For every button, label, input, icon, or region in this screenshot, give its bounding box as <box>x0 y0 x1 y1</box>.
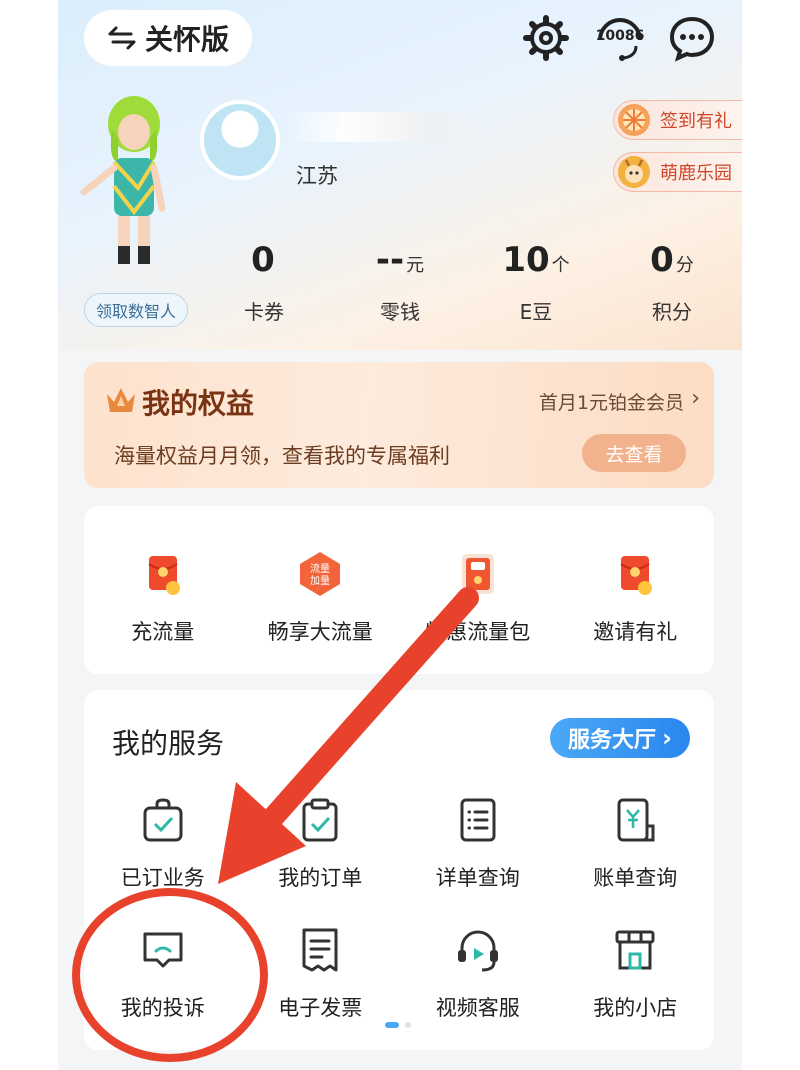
receipt-icon <box>302 928 338 972</box>
flow-boost-icon: 流量 加量 <box>300 552 341 596</box>
stat-value: 0 <box>251 240 275 280</box>
rights-promo-link[interactable]: 首月1元铂金会员 <box>539 388 684 415</box>
service-video-support[interactable]: 视频客服 <box>399 926 557 1022</box>
user-region: 江苏 <box>296 164 338 188</box>
chevron-right-icon: › <box>662 724 672 752</box>
data-pack-icon <box>461 554 494 594</box>
flow-boost-icon-line-1: 流量 <box>310 562 330 575</box>
crown-icon <box>107 388 135 412</box>
stat-label: 零钱 <box>380 300 420 324</box>
red-envelope-icon <box>620 556 653 595</box>
headset-icon <box>457 930 498 972</box>
list-doc-icon <box>460 798 496 842</box>
stat-e-beans[interactable]: 10 个 E豆 <box>468 240 604 325</box>
stat-unit: 分 <box>675 255 694 276</box>
stat-unit: 个 <box>551 255 570 276</box>
care-mode-label: 关怀版 <box>144 23 229 56</box>
red-envelope-icon <box>148 556 180 595</box>
deer-park-badge[interactable]: 萌鹿乐园 <box>613 152 742 192</box>
service-label: 我的投诉 <box>120 996 205 1020</box>
service-label: 视频客服 <box>435 996 520 1020</box>
stat-change[interactable]: -- 元 零钱 <box>332 240 468 325</box>
deer-park-label: 萌鹿乐园 <box>660 163 732 184</box>
switch-arrows-icon <box>108 26 136 50</box>
service-label: 详单查询 <box>435 866 520 890</box>
flow-item-big-data[interactable]: 流量 加量 畅享大流量 <box>242 550 400 646</box>
flow-item-label: 邀请有礼 <box>593 620 678 644</box>
service-bill-query[interactable]: 账单查询 <box>557 796 715 892</box>
service-label: 账单查询 <box>593 866 678 890</box>
flow-boost-icon-line-2: 加量 <box>310 575 330 587</box>
service-my-shop[interactable]: 我的小店 <box>557 926 715 1022</box>
rights-description: 海量权益月月领，查看我的专属福利 <box>114 444 450 468</box>
stat-points[interactable]: 0分 积分 <box>604 240 740 325</box>
app-screen: 关怀版 10086 领取数智人 江苏 签到有礼 萌鹿乐园 0 卡券 -- 元 零… <box>58 0 742 1070</box>
rights-title: 我的权益 <box>142 387 255 420</box>
service-hall-label: 服务大厅 <box>568 728 657 753</box>
services-title: 我的服务 <box>112 727 225 760</box>
service-detail-query[interactable]: 详单查询 <box>399 796 557 892</box>
shop-icon <box>615 930 655 970</box>
stat-unit: 元 <box>406 255 425 276</box>
service-label: 电子发票 <box>278 996 363 1020</box>
flow-item-label: 畅享大流量 <box>267 620 373 644</box>
stat-label: 卡券 <box>244 300 284 324</box>
bill-yen-icon <box>617 798 655 842</box>
service-e-invoice[interactable]: 电子发票 <box>242 926 400 1022</box>
service-label: 我的小店 <box>593 996 678 1020</box>
service-my-orders[interactable]: 我的订单 <box>242 796 400 892</box>
service-hall-button[interactable]: 服务大厅 › <box>550 718 690 758</box>
stat-label: 积分 <box>652 300 692 324</box>
prize-wheel-icon <box>618 104 650 136</box>
clipboard-check-icon <box>302 798 338 842</box>
user-name-redacted <box>284 112 484 142</box>
my-services-card: 我的服务 服务大厅 › 已订业务 我的订单 详单查询 账单查询 我的投诉 电子发… <box>84 690 714 1050</box>
data-plans-card: 充流量 流量 加量 畅享大流量 特惠流量包 邀请有礼 <box>84 506 714 674</box>
care-mode-button[interactable]: 关怀版 <box>84 10 252 66</box>
account-stats: 0 卡券 -- 元 零钱 10 个 E豆 0分 积分 <box>196 240 742 325</box>
view-rights-button[interactable]: 去查看 <box>582 434 686 472</box>
stat-coupons[interactable]: 0 卡券 <box>196 240 332 325</box>
chevron-right-icon: › <box>691 386 700 411</box>
hotline-number: 10086 <box>595 28 645 44</box>
flow-item-recharge[interactable]: 充流量 <box>84 550 242 646</box>
hotline-button[interactable]: 10086 <box>592 10 648 66</box>
user-avatar[interactable] <box>200 100 280 180</box>
service-my-complaints[interactable]: 我的投诉 <box>84 926 242 1022</box>
settings-gear-icon[interactable] <box>522 14 570 62</box>
bag-check-icon <box>143 798 183 842</box>
stat-value: -- <box>375 240 405 280</box>
digital-human-avatar[interactable] <box>78 90 188 290</box>
page-dot <box>405 1022 411 1028</box>
flow-item-label: 特惠流量包 <box>425 620 531 644</box>
service-label: 我的订单 <box>278 866 363 890</box>
flow-item-label: 充流量 <box>131 620 195 644</box>
sign-in-gift-label: 签到有礼 <box>660 111 732 132</box>
stat-label: E豆 <box>519 300 553 324</box>
flow-item-invite[interactable]: 邀请有礼 <box>557 550 715 646</box>
stat-value: 10 <box>502 240 550 280</box>
deer-mascot-icon <box>618 156 650 188</box>
stat-value: 0 <box>650 240 674 280</box>
page-dot-active <box>385 1022 399 1028</box>
flow-item-discount-pack[interactable]: 特惠流量包 <box>399 550 557 646</box>
my-rights-card[interactable]: 我的权益 首月1元铂金会员 › 海量权益月月领，查看我的专属福利 去查看 <box>84 362 714 488</box>
complaint-chat-icon <box>143 932 183 968</box>
sign-in-gift-badge[interactable]: 签到有礼 <box>613 100 742 140</box>
service-subscribed[interactable]: 已订业务 <box>84 796 242 892</box>
page-indicator <box>385 1022 411 1028</box>
claim-digital-human-button[interactable]: 领取数智人 <box>84 293 188 327</box>
service-label: 已订业务 <box>120 866 205 890</box>
message-chat-icon[interactable] <box>668 14 716 62</box>
